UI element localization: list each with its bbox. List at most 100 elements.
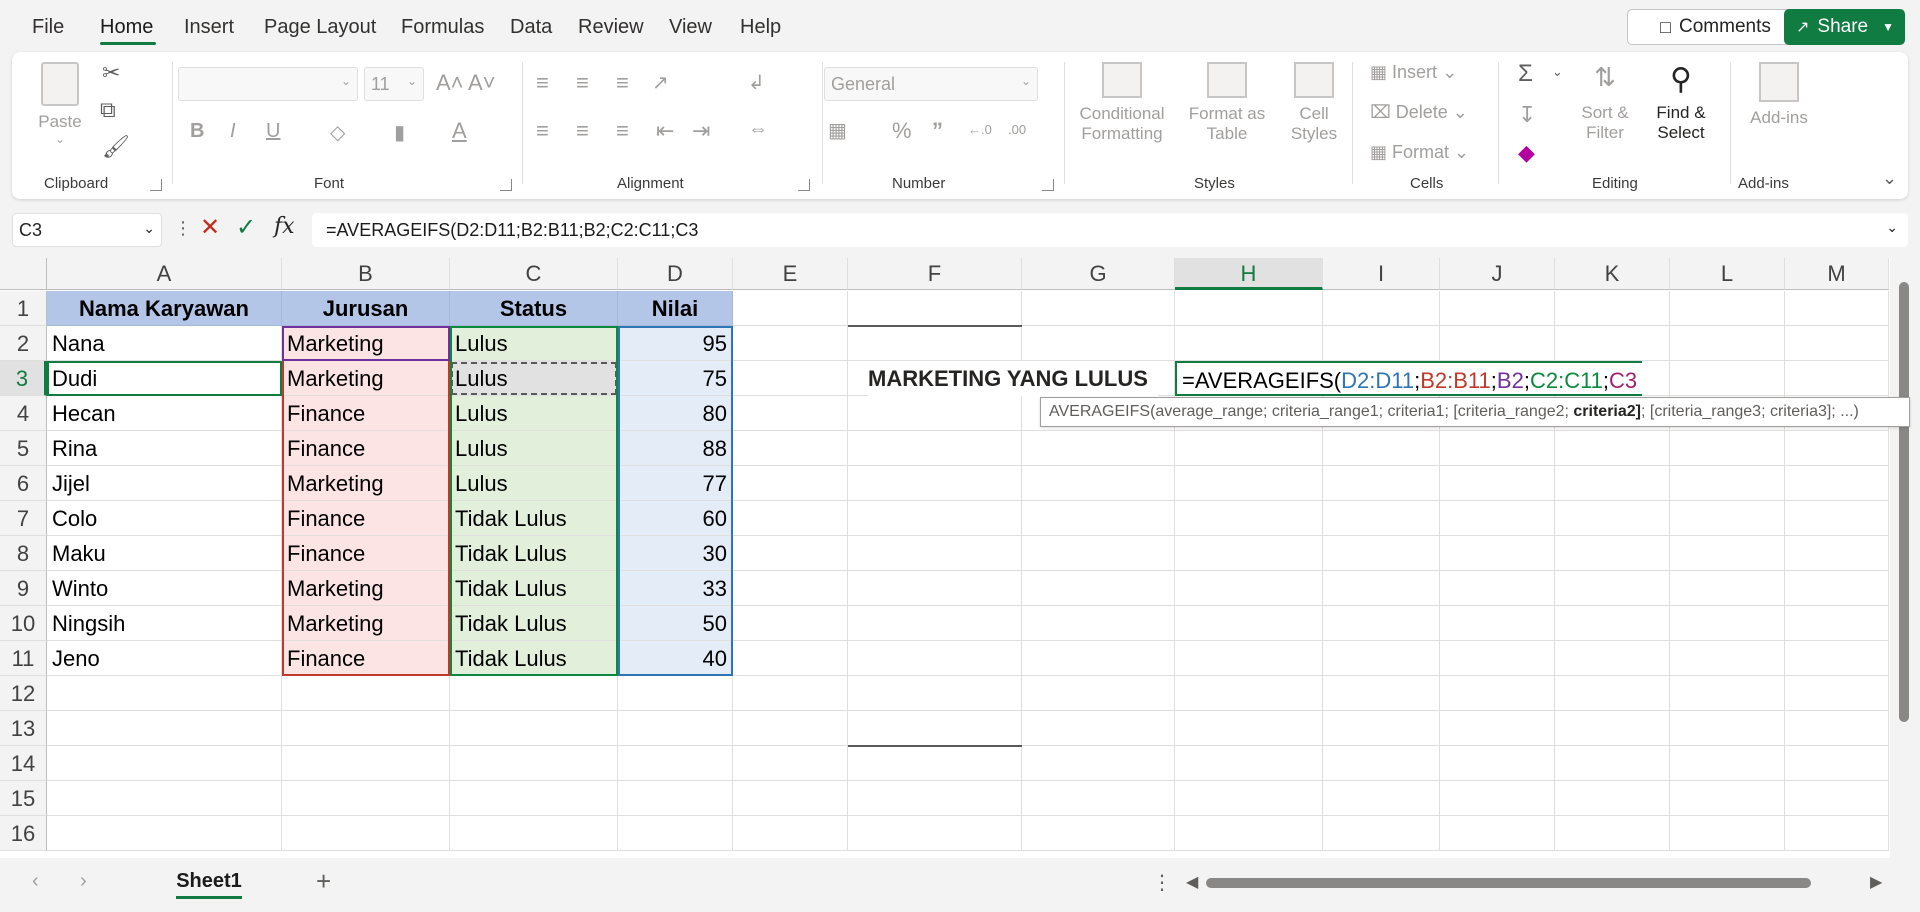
cell[interactable] xyxy=(1555,606,1670,641)
cell[interactable] xyxy=(618,746,733,781)
cell[interactable] xyxy=(848,431,1022,466)
sort-filter-button[interactable]: ⇅ Sort & Filter xyxy=(1572,62,1638,143)
cell[interactable] xyxy=(1670,781,1785,816)
cell[interactable] xyxy=(1555,466,1670,501)
cell[interactable] xyxy=(1555,536,1670,571)
cell[interactable] xyxy=(1323,501,1440,536)
cell[interactable] xyxy=(848,641,1022,676)
cell[interactable] xyxy=(47,816,282,851)
add-sheet-button[interactable]: + xyxy=(316,866,331,897)
table-cell[interactable]: Jeno xyxy=(47,641,282,676)
cell[interactable] xyxy=(618,676,733,711)
copy-icon[interactable]: ⧉ xyxy=(100,97,116,123)
tab-insert[interactable]: Insert xyxy=(184,16,234,39)
cell[interactable] xyxy=(1175,501,1323,536)
cell[interactable] xyxy=(1785,816,1889,851)
table-cell[interactable]: Finance xyxy=(282,641,450,676)
borders-icon[interactable]: ◇ xyxy=(330,120,345,145)
row-header[interactable]: 2 xyxy=(0,326,47,361)
cell[interactable] xyxy=(1785,746,1889,781)
table-cell[interactable]: Marketing xyxy=(282,361,450,396)
cell[interactable] xyxy=(282,816,450,851)
tab-help[interactable]: Help xyxy=(740,16,781,39)
cell[interactable] xyxy=(1440,501,1555,536)
delete-cells-button[interactable]: ⌧ Delete ⌄ xyxy=(1370,102,1468,123)
table-cell[interactable]: Lulus xyxy=(450,431,618,466)
header-cell[interactable]: Nilai xyxy=(618,291,733,326)
more-options-icon[interactable]: ⋮ xyxy=(174,218,192,239)
horizontal-scrollbar-thumb[interactable] xyxy=(1206,878,1811,888)
cell[interactable] xyxy=(1785,536,1889,571)
table-cell[interactable]: Marketing xyxy=(282,326,450,361)
cell[interactable] xyxy=(282,711,450,746)
cell[interactable] xyxy=(1022,606,1175,641)
formula-input[interactable]: =AVERAGEIFS(D2:D11;B2:B11;B2;C2:C11;C3 ⌄ xyxy=(312,213,1908,247)
expand-formula-bar-icon[interactable]: ⌄ xyxy=(1886,219,1898,236)
table-cell[interactable]: 75 xyxy=(618,361,733,396)
cell[interactable] xyxy=(1670,466,1785,501)
insert-function-icon[interactable]: fx xyxy=(274,214,295,239)
italic-button[interactable]: I xyxy=(230,120,236,143)
table-cell[interactable]: Tidak Lulus xyxy=(450,641,618,676)
table-cell[interactable]: Jijel xyxy=(47,466,282,501)
scroll-right-icon[interactable]: ▶ xyxy=(1870,872,1882,892)
table-cell[interactable]: 40 xyxy=(618,641,733,676)
align-middle-icon[interactable]: ≡ xyxy=(576,70,589,96)
more-options-icon[interactable]: ⋮ xyxy=(1152,870,1172,895)
table-cell[interactable]: Lulus xyxy=(450,361,618,396)
cell[interactable] xyxy=(733,781,848,816)
column-header[interactable]: B xyxy=(282,258,450,290)
cell[interactable] xyxy=(1555,431,1670,466)
cell[interactable] xyxy=(1440,431,1555,466)
cell[interactable] xyxy=(1670,816,1785,851)
chevron-down-icon[interactable]: ⌄ xyxy=(143,220,155,237)
cell[interactable] xyxy=(733,361,848,396)
cell[interactable] xyxy=(1022,711,1175,746)
cell[interactable] xyxy=(450,711,618,746)
cell[interactable] xyxy=(1785,641,1889,676)
decrease-indent-icon[interactable]: ⇤ xyxy=(656,118,674,144)
table-cell[interactable]: Tidak Lulus xyxy=(450,606,618,641)
tab-formulas[interactable]: Formulas xyxy=(401,16,484,39)
table-cell[interactable]: Hecan xyxy=(47,396,282,431)
cell[interactable] xyxy=(450,781,618,816)
cell[interactable] xyxy=(282,746,450,781)
cell[interactable] xyxy=(1440,606,1555,641)
cell[interactable] xyxy=(733,676,848,711)
cell[interactable] xyxy=(1555,746,1670,781)
cell[interactable] xyxy=(1670,606,1785,641)
cell[interactable] xyxy=(733,536,848,571)
cell[interactable] xyxy=(1175,536,1323,571)
cell[interactable] xyxy=(733,711,848,746)
cell[interactable] xyxy=(450,746,618,781)
cell[interactable] xyxy=(1022,746,1175,781)
cell[interactable] xyxy=(1670,711,1785,746)
wrap-text-icon[interactable]: ↲ xyxy=(748,70,765,95)
table-cell[interactable]: Marketing xyxy=(282,571,450,606)
table-cell[interactable]: 30 xyxy=(618,536,733,571)
cell[interactable] xyxy=(733,396,848,431)
table-cell[interactable]: Tidak Lulus xyxy=(450,536,618,571)
paste-button[interactable]: Paste ⌄ xyxy=(38,62,82,162)
orientation-icon[interactable]: ↗ xyxy=(652,70,669,95)
table-cell[interactable]: Marketing xyxy=(282,606,450,641)
tab-file[interactable]: File xyxy=(32,16,64,39)
cell[interactable] xyxy=(1670,641,1785,676)
cell[interactable] xyxy=(1323,641,1440,676)
cell[interactable] xyxy=(733,746,848,781)
cell[interactable] xyxy=(1785,676,1889,711)
cell[interactable] xyxy=(733,466,848,501)
cell[interactable] xyxy=(450,816,618,851)
cell[interactable] xyxy=(848,711,1022,746)
column-header[interactable]: L xyxy=(1670,258,1785,290)
cell[interactable] xyxy=(733,641,848,676)
font-launcher-icon[interactable] xyxy=(500,179,512,191)
align-right-icon[interactable]: ≡ xyxy=(616,118,629,144)
cell[interactable] xyxy=(1175,291,1323,326)
cell[interactable] xyxy=(1785,501,1889,536)
increase-indent-icon[interactable]: ⇥ xyxy=(692,118,710,144)
cell[interactable] xyxy=(1323,291,1440,326)
table-cell[interactable]: 95 xyxy=(618,326,733,361)
cell[interactable] xyxy=(1670,501,1785,536)
cell[interactable] xyxy=(733,291,848,326)
